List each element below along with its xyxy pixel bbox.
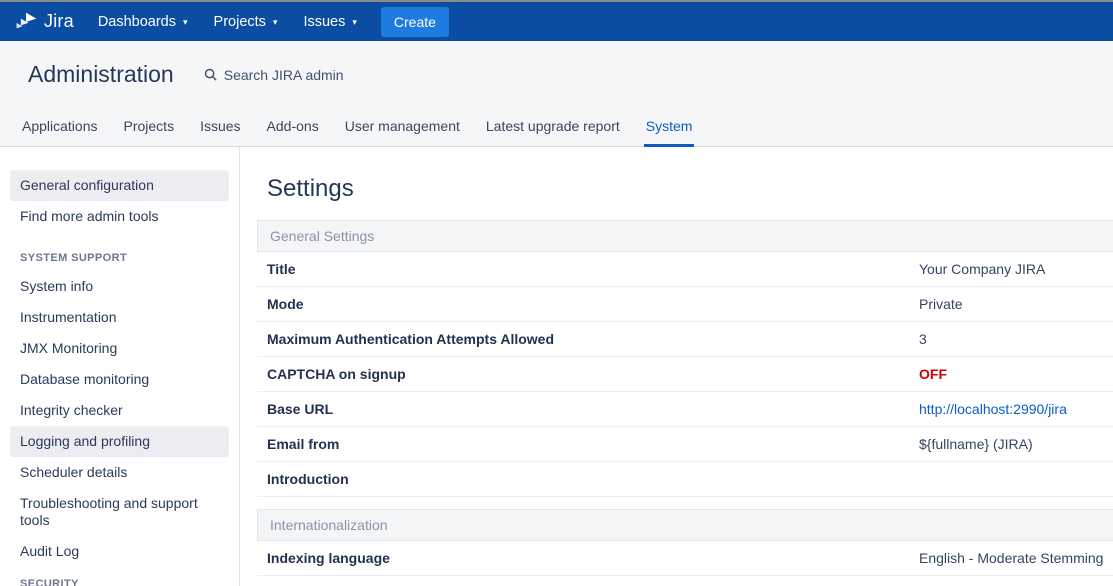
jira-logo-icon <box>14 11 38 33</box>
settings-row: Indexing languageEnglish - Moderate Stem… <box>257 541 1113 576</box>
setting-value: 3 <box>919 331 927 347</box>
setting-label: Email from <box>257 436 919 452</box>
tab-user-management[interactable]: User management <box>343 112 462 147</box>
navbar-menus: Dashboards ▾ Projects ▾ Issues ▾ <box>98 14 357 30</box>
sidebar-item-general-configuration[interactable]: General configuration <box>10 170 229 201</box>
tab-latest-upgrade-report[interactable]: Latest upgrade report <box>484 112 622 147</box>
sidebar-group: SYSTEM SUPPORT System infoInstrumentation… <box>0 252 239 567</box>
search-icon <box>204 68 217 81</box>
setting-label: Mode <box>257 296 919 312</box>
navbar-menu-label: Issues <box>303 14 345 30</box>
setting-label: Base URL <box>257 401 919 417</box>
sidebar-item-jmx-monitoring[interactable]: JMX Monitoring <box>10 333 229 364</box>
admin-sidebar: General configurationFind more admin too… <box>0 147 240 586</box>
settings-row: TitleYour Company JIRA <box>257 252 1113 287</box>
settings-row: ModePrivate <box>257 287 1113 322</box>
setting-value: English - Moderate Stemming <box>919 550 1103 566</box>
page-title: Administration <box>28 61 174 88</box>
brand-name: Jira <box>44 11 74 32</box>
admin-tabs: Applications Projects Issues Add-ons User ma… <box>20 112 694 147</box>
setting-value: Private <box>919 296 963 312</box>
chevron-down-icon: ▾ <box>183 18 188 27</box>
settings-row: CAPTCHA on signupOFF <box>257 357 1113 392</box>
top-navbar: Jira Dashboards ▾ Projects ▾ Issues ▾ Create <box>0 2 1113 41</box>
sidebar-group: SECURITY <box>0 578 239 586</box>
navbar-menu-issues[interactable]: Issues ▾ <box>303 14 356 30</box>
settings-section: InternationalizationIndexing languageEng… <box>257 509 1113 576</box>
settings-row: Maximum Authentication Attempts Allowed3 <box>257 322 1113 357</box>
navbar-menu-dashboards[interactable]: Dashboards ▾ <box>98 14 188 30</box>
settings-content: Settings General SettingsTitleYour Compa… <box>240 147 1113 586</box>
settings-section: General SettingsTitleYour Company JIRAMo… <box>257 220 1113 497</box>
sidebar-item-integrity-checker[interactable]: Integrity checker <box>10 395 229 426</box>
sidebar-item-database-monitoring[interactable]: Database monitoring <box>10 364 229 395</box>
setting-label: CAPTCHA on signup <box>257 366 919 382</box>
setting-label: Indexing language <box>257 550 919 566</box>
setting-value: Your Company JIRA <box>919 261 1045 277</box>
setting-label: Title <box>257 261 919 277</box>
sidebar-item-audit-log[interactable]: Audit Log <box>10 536 229 567</box>
tab-projects[interactable]: Projects <box>122 112 177 147</box>
jira-home-link[interactable]: Jira <box>14 11 74 33</box>
admin-search-input[interactable]: Search JIRA admin <box>204 67 344 83</box>
sidebar-section-header: SECURITY <box>10 578 229 586</box>
navbar-menu-label: Dashboards <box>98 14 176 30</box>
sidebar-item-system-info[interactable]: System info <box>10 271 229 302</box>
sidebar-item-find-more-admin-tools[interactable]: Find more admin tools <box>10 201 229 232</box>
admin-header: Administration Search JIRA admin Applica… <box>0 41 1113 147</box>
chevron-down-icon: ▾ <box>273 18 278 27</box>
settings-row: Base URLhttp://localhost:2990/jira <box>257 392 1113 427</box>
tab-system[interactable]: System <box>644 112 695 147</box>
settings-heading: Settings <box>267 175 1113 203</box>
chevron-down-icon: ▾ <box>352 18 357 27</box>
tab-issues[interactable]: Issues <box>198 112 242 147</box>
section-header-internationalization: Internationalization <box>257 509 1113 541</box>
setting-value: ${fullname} (JIRA) <box>919 436 1033 452</box>
setting-label: Introduction <box>257 471 919 487</box>
settings-row: Email from${fullname} (JIRA) <box>257 427 1113 462</box>
navbar-menu-label: Projects <box>214 14 266 30</box>
navbar-menu-projects[interactable]: Projects ▾ <box>214 14 278 30</box>
sidebar-item-logging-and-profiling[interactable]: Logging and profiling <box>10 426 229 457</box>
sidebar-item-instrumentation[interactable]: Instrumentation <box>10 302 229 333</box>
setting-value-link[interactable]: http://localhost:2990/jira <box>919 401 1067 417</box>
sidebar-item-scheduler-details[interactable]: Scheduler details <box>10 457 229 488</box>
section-header-general-settings: General Settings <box>257 220 1113 252</box>
tab-applications[interactable]: Applications <box>20 112 100 147</box>
search-placeholder: Search JIRA admin <box>224 67 344 83</box>
tab-add-ons[interactable]: Add-ons <box>265 112 321 147</box>
setting-value: OFF <box>919 366 947 382</box>
create-button[interactable]: Create <box>381 7 449 37</box>
sidebar-item-troubleshooting-and-support-tools[interactable]: Troubleshooting and support tools <box>10 488 229 536</box>
settings-row: Introduction <box>257 462 1113 497</box>
sidebar-section-header: SYSTEM SUPPORT <box>10 252 229 265</box>
sidebar-group: General configurationFind more admin too… <box>0 170 239 232</box>
setting-label: Maximum Authentication Attempts Allowed <box>257 331 919 347</box>
